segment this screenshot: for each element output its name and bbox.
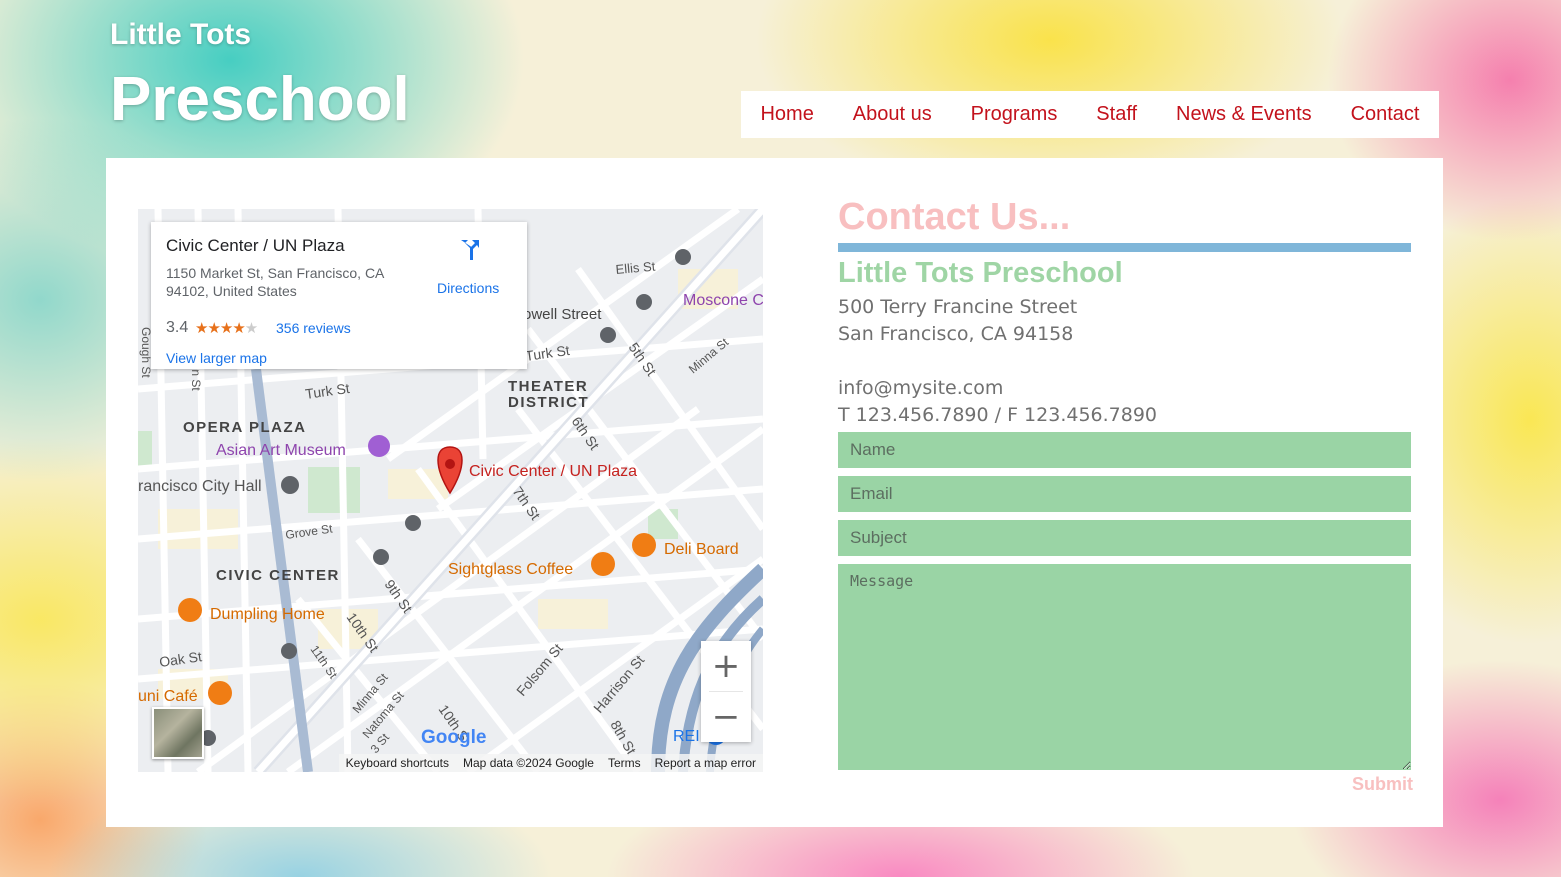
nav-about[interactable]: About us: [853, 103, 932, 126]
map-rating-value: 3.4: [166, 319, 189, 336]
map-label-powell: owell Street: [523, 306, 602, 323]
map-label-theater2: DISTRICT: [508, 394, 589, 411]
map-label-asian: Asian Art Museum: [216, 442, 346, 459]
subject-input[interactable]: [838, 520, 1411, 556]
nav-programs[interactable]: Programs: [971, 103, 1058, 126]
google-logo-text: Google: [421, 727, 487, 748]
view-larger-map-link[interactable]: View larger map: [166, 350, 267, 366]
directions-link[interactable]: Directions: [437, 280, 499, 296]
map-label-opera: OPERA PLAZA: [183, 419, 306, 436]
nav-home[interactable]: Home: [760, 103, 813, 126]
map-label-rei: REI: [673, 728, 700, 745]
map-label-theater1: THEATER: [508, 378, 588, 395]
map-attribution-bar: Keyboard shortcuts Map data ©2024 Google…: [338, 754, 763, 772]
map-data-text: Map data ©2024 Google: [463, 756, 594, 770]
satellite-toggle-button[interactable]: [152, 707, 204, 759]
directions-icon[interactable]: [457, 236, 483, 262]
brand-line2: Preschool: [110, 65, 410, 134]
map-reviews-link[interactable]: 356 reviews: [276, 320, 351, 336]
contact-email[interactable]: info@mysite.com: [838, 377, 1003, 399]
city-address: San Francisco, CA 94158: [838, 323, 1074, 345]
message-textarea[interactable]: [838, 564, 1411, 770]
map-label-dumpling: Dumpling Home: [210, 606, 325, 623]
brand-line1: Little Tots: [110, 18, 252, 51]
contact-phone: T 123.456.7890 / F 123.456.7890: [838, 404, 1158, 426]
email-input[interactable]: [838, 476, 1411, 512]
terms-link[interactable]: Terms: [601, 756, 648, 770]
zoom-in-button[interactable]: +: [701, 641, 751, 691]
content-panel: Civic Center / UN Plaza THEATER DISTRICT…: [106, 158, 1443, 827]
google-logo: Google: [421, 727, 486, 749]
map-label-moscone: Moscone C: [683, 292, 763, 309]
nav-news-events[interactable]: News & Events: [1176, 103, 1312, 126]
google-map[interactable]: Civic Center / UN Plaza THEATER DISTRICT…: [138, 209, 763, 772]
map-info-card: Civic Center / UN Plaza 1150 Market St, …: [151, 222, 527, 369]
contact-title: Contact Us...: [838, 196, 1071, 238]
name-input[interactable]: [838, 432, 1411, 468]
map-label-zuni: uni Café: [138, 688, 198, 705]
nav-contact[interactable]: Contact: [1351, 103, 1420, 126]
map-place-address: 1150 Market St, San Francisco, CA 94102,…: [166, 265, 384, 299]
map-rating-stars-icon: ★★★★★: [195, 320, 258, 337]
submit-button[interactable]: Submit: [1328, 772, 1413, 796]
nav-staff[interactable]: Staff: [1096, 103, 1137, 126]
map-label-deli: Deli Board: [664, 541, 739, 558]
map-label-pin: Civic Center / UN Plaza: [469, 463, 637, 480]
map-label-sightglass: Sightglass Coffee: [448, 561, 573, 578]
map-label-cityhall: rancisco City Hall: [138, 478, 262, 495]
map-label-civic: CIVIC CENTER: [216, 567, 340, 584]
school-name: Little Tots Preschool: [838, 257, 1123, 289]
report-error-link[interactable]: Report a map error: [648, 756, 763, 770]
zoom-out-button[interactable]: −: [701, 692, 751, 742]
street-address: 500 Terry Francine Street: [838, 296, 1078, 318]
map-zoom-control: + −: [701, 641, 751, 742]
title-divider: [838, 243, 1411, 252]
map-place-name: Civic Center / UN Plaza: [166, 236, 345, 255]
main-nav: Home About us Programs Staff News & Even…: [741, 91, 1439, 138]
keyboard-shortcuts-link[interactable]: Keyboard shortcuts: [339, 756, 456, 770]
